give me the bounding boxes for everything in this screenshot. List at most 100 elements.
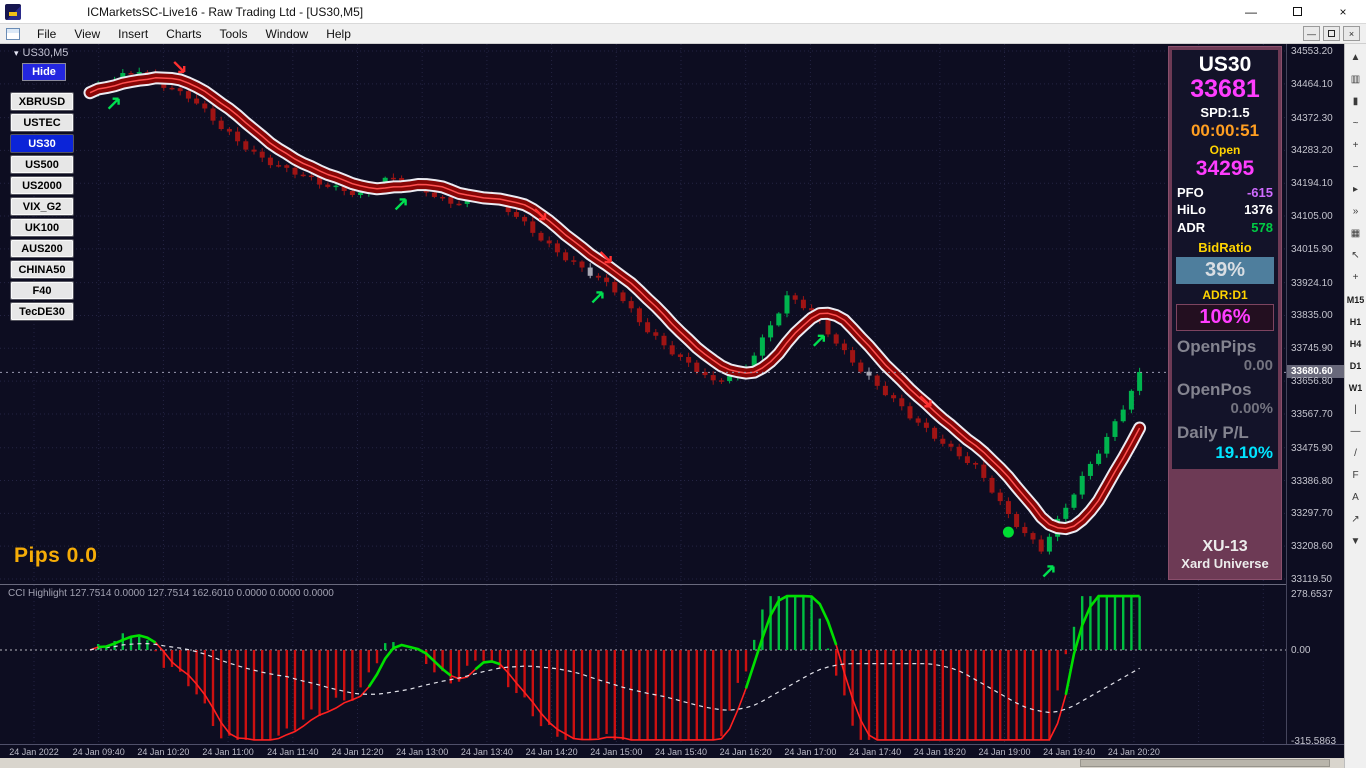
menu-item-insert[interactable]: Insert: [109, 25, 157, 43]
arrow-objects-icon[interactable]: ↗: [1347, 510, 1365, 530]
time-axis-label: 24 Jan 20:20: [1107, 747, 1160, 757]
cursor-icon[interactable]: ↖: [1347, 246, 1365, 266]
time-axis-label: 24 Jan 19:40: [1043, 747, 1096, 757]
bid-ratio-value: 39%: [1176, 257, 1274, 285]
chevron-down-icon: ▾: [14, 47, 19, 58]
minimize-button[interactable]: —: [1228, 0, 1274, 24]
trendline-icon[interactable]: /: [1347, 444, 1365, 464]
crosshair-icon[interactable]: +: [1347, 268, 1365, 288]
menu-item-view[interactable]: View: [65, 25, 109, 43]
scrollbar-thumb[interactable]: [1080, 759, 1330, 767]
period-d1[interactable]: D1: [1347, 356, 1365, 376]
panel-open-label: Open: [1209, 142, 1241, 157]
panel-row-adr: ADR 578: [1177, 219, 1273, 237]
menu-item-help[interactable]: Help: [317, 25, 360, 43]
hide-button[interactable]: Hide: [22, 63, 66, 81]
horizontal-scrollbar[interactable]: [0, 758, 1344, 768]
price-axis-label: 33835.00: [1291, 310, 1333, 322]
vertical-line-icon[interactable]: |: [1347, 400, 1365, 420]
text-label-icon[interactable]: A: [1347, 488, 1365, 508]
price-scale[interactable]: 33680.60 34553.20 34464.10 34372.30 34283.2…: [1287, 44, 1344, 758]
cci-indicator-canvas[interactable]: [0, 585, 1286, 744]
symbol-button-us500[interactable]: US500: [10, 155, 74, 174]
symbol-button-ustec[interactable]: USTEC: [10, 113, 74, 132]
price-axis-label: 34105.00: [1291, 211, 1333, 223]
sell-arrow-icon: [173, 61, 186, 74]
menu-item-tools[interactable]: Tools: [211, 25, 257, 43]
price-axis-label: 33119.50: [1291, 574, 1332, 585]
window-controls: — ×: [1228, 0, 1366, 24]
period-m15[interactable]: M15: [1347, 290, 1365, 310]
close-button[interactable]: ×: [1320, 0, 1366, 24]
scroll-down-icon[interactable]: ▼: [1347, 532, 1365, 552]
menu-item-file[interactable]: File: [28, 25, 65, 43]
symbol-button-uk100[interactable]: UK100: [10, 218, 74, 237]
line-chart-icon[interactable]: ~: [1347, 114, 1365, 134]
price-axis-label: 34283.20: [1291, 145, 1333, 157]
panel-bid-price: 33681: [1190, 75, 1260, 104]
window-splitter[interactable]: [0, 584, 1344, 585]
time-axis-label: 24 Jan 17:00: [784, 747, 837, 757]
right-toolbar: ▲ ▥ ▮ ~ + − ▸» ▦ ↖ + M15 H1 H4 D1 W1 | — / F A ↗ ▼: [1344, 44, 1366, 768]
price-axis-label: 33924.10: [1291, 277, 1333, 289]
symbol-button-us2000[interactable]: US2000: [10, 176, 74, 195]
symbol-button-f40[interactable]: F40: [10, 281, 74, 300]
bid-ratio-label: BidRatio: [1198, 240, 1252, 256]
open-pos-label: OpenPos: [1177, 380, 1252, 400]
candlestick-icon[interactable]: ▮: [1347, 92, 1365, 112]
period-h4[interactable]: H4: [1347, 334, 1365, 354]
panel-row-pfo: PFO -615: [1177, 184, 1273, 202]
candles-layer: [87, 67, 1143, 555]
price-chart-canvas[interactable]: [0, 44, 1286, 584]
row-value: 578: [1251, 219, 1273, 235]
adr-d1-label: ADR:D1: [1202, 288, 1248, 303]
price-axis-label: 34372.30: [1291, 112, 1333, 124]
price-axis-label: 33386.80: [1291, 475, 1333, 487]
chart-shift-icon[interactable]: »: [1347, 202, 1365, 222]
symbol-button-vix_g2[interactable]: VIX_G2: [10, 197, 74, 216]
buy-arrow-icon: [107, 97, 120, 110]
open-pips-label: OpenPips: [1177, 337, 1257, 357]
period-w1[interactable]: W1: [1347, 378, 1365, 398]
window-title: ICMarketsSC-Live16 - Raw Trading Ltd - […: [87, 4, 364, 19]
grid-icon[interactable]: ▦: [1347, 224, 1365, 244]
zoom-in-icon[interactable]: +: [1347, 136, 1365, 156]
buy-arrow-icon: [812, 334, 825, 347]
symbol-button-us30[interactable]: US30: [10, 134, 74, 153]
time-axis-label: 24 Jan 12:20: [331, 747, 384, 757]
period-h1[interactable]: H1: [1347, 312, 1365, 332]
auto-scroll-icon[interactable]: ▸: [1347, 180, 1365, 200]
time-axis-label: 24 Jan 09:40: [72, 747, 125, 757]
chart-tab-label: US30,M5: [22, 47, 69, 59]
scroll-up-icon[interactable]: ▲: [1347, 48, 1365, 68]
panel-symbol: US30: [1198, 53, 1252, 76]
panel-row-hilo: HiLo 1376: [1177, 201, 1273, 219]
symbol-button-aus200[interactable]: AUS200: [10, 239, 74, 258]
price-axis-label: 34464.10: [1291, 78, 1333, 90]
bar-chart-icon[interactable]: ▥: [1347, 70, 1365, 90]
menu-item-window[interactable]: Window: [257, 25, 318, 43]
horizontal-line-icon[interactable]: —: [1347, 422, 1365, 442]
buy-arrow-icon: [394, 198, 407, 211]
fibonacci-icon[interactable]: F: [1347, 466, 1365, 486]
time-axis-label: 24 Jan 2022: [9, 747, 59, 757]
zoom-out-icon[interactable]: −: [1347, 158, 1365, 178]
symbol-list: XBRUSD USTEC US30 US500 US2000 VIX_G2 UK100 AUS…: [10, 92, 74, 321]
time-axis-label: 24 Jan 13:00: [396, 747, 449, 757]
buy-arrow-icon: [591, 291, 604, 304]
menu-item-charts[interactable]: Charts: [157, 25, 210, 43]
mdi-minimize-button[interactable]: —: [1303, 26, 1320, 41]
daily-pl-value: 19.10%: [1215, 443, 1273, 463]
symbol-button-xbrusd[interactable]: XBRUSD: [10, 92, 74, 111]
time-axis-label: 24 Jan 13:40: [460, 747, 513, 757]
price-axis-label: 34553.20: [1291, 46, 1333, 57]
chart-symbol-tab[interactable]: ▾ US30,M5: [14, 47, 68, 59]
mdi-close-button[interactable]: ×: [1343, 26, 1360, 41]
mdi-restore-button[interactable]: [1323, 26, 1340, 41]
symbol-button-tecde30[interactable]: TecDE30: [10, 302, 74, 321]
time-axis[interactable]: 24 Jan 2022 24 Jan 09:40 24 Jan 10:20 24 Ja…: [0, 744, 1344, 758]
symbol-button-china50[interactable]: CHINA50: [10, 260, 74, 279]
maximize-button[interactable]: [1274, 0, 1320, 24]
panel-stat-rows: PFO -615 HiLo 1376 ADR 578: [1177, 184, 1273, 237]
maximize-icon: [1292, 7, 1302, 16]
